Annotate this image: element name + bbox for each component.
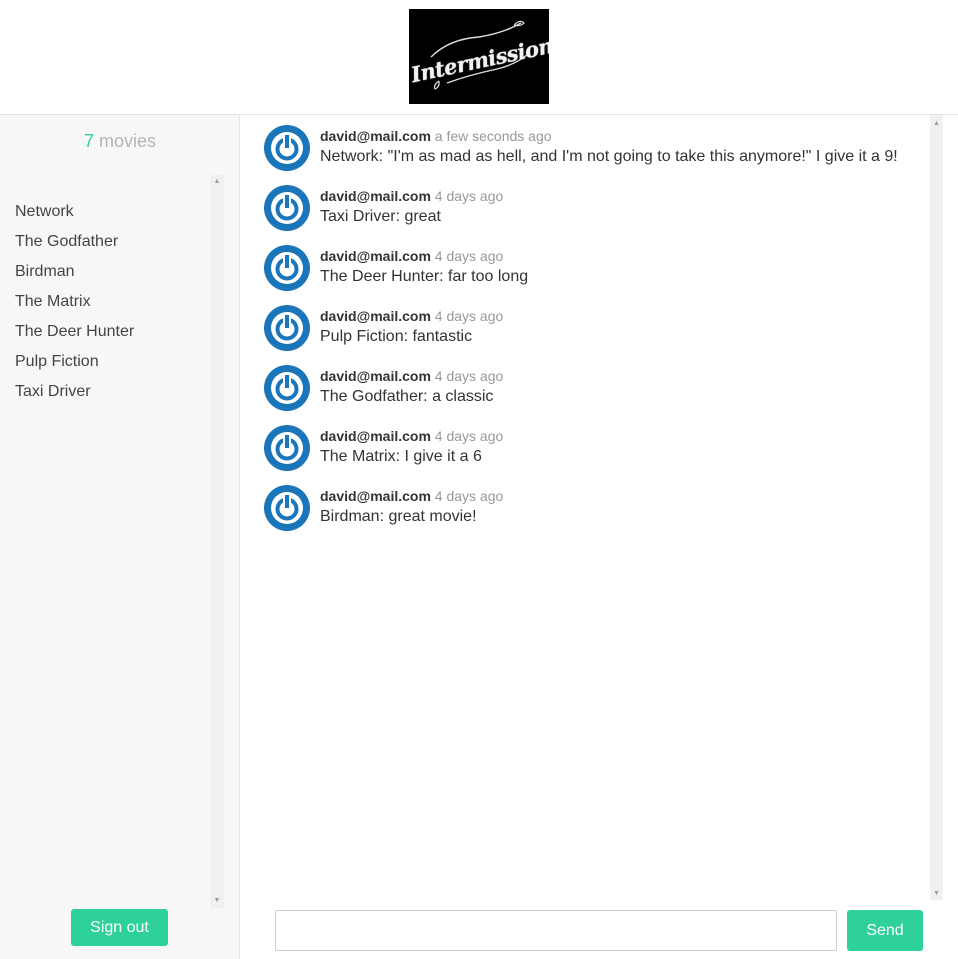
arrow-down-icon[interactable]: ▼	[930, 887, 943, 900]
message-author: david@mail.com	[320, 368, 431, 384]
power-icon	[264, 425, 310, 471]
message-input[interactable]	[275, 910, 837, 951]
chat-panel: david@mail.com a few seconds ago Network…	[240, 115, 958, 959]
movie-count-label: movies	[94, 131, 157, 151]
message-item: david@mail.com 4 days ago Pulp Fiction: …	[264, 305, 924, 365]
logo-text: Intermission	[409, 32, 549, 88]
power-icon	[264, 245, 310, 291]
message-text: The Deer Hunter: far too long	[320, 268, 529, 285]
movie-item-network[interactable]: Network	[0, 197, 210, 227]
message-text: Pulp Fiction: fantastic	[320, 328, 473, 345]
message-list: david@mail.com a few seconds ago Network…	[264, 125, 924, 545]
message-time: 4 days ago	[434, 368, 504, 384]
power-icon	[264, 125, 310, 171]
message-text: Taxi Driver: great	[320, 208, 441, 225]
sign-out-button[interactable]: Sign out	[71, 909, 168, 946]
message-item: david@mail.com 4 days ago The Godfather:…	[264, 365, 924, 425]
movie-item-taxi-driver[interactable]: Taxi Driver	[0, 377, 210, 407]
movies-sidebar: 7 movies Network The Godfather Birdman T…	[0, 115, 240, 959]
power-icon	[264, 365, 310, 411]
message-text: Network: "I'm as mad as hell, and I'm no…	[320, 148, 898, 165]
movie-count-number: 7	[83, 131, 94, 151]
message-author: david@mail.com	[320, 308, 431, 324]
movie-count: 7 movies	[0, 131, 240, 152]
message-author: david@mail.com	[320, 128, 431, 144]
power-icon	[264, 485, 310, 531]
message-item: david@mail.com a few seconds ago Network…	[264, 125, 924, 185]
power-icon	[264, 305, 310, 351]
message-item: david@mail.com 4 days ago Birdman: great…	[264, 485, 924, 545]
arrow-up-icon[interactable]: ▲	[210, 175, 224, 189]
message-text: The Godfather: a classic	[320, 388, 494, 405]
message-author: david@mail.com	[320, 488, 431, 504]
movie-list: Network The Godfather Birdman The Matrix…	[0, 197, 210, 407]
power-icon	[264, 185, 310, 231]
message-author: david@mail.com	[320, 188, 431, 204]
movie-item-the-deer-hunter[interactable]: The Deer Hunter	[0, 317, 210, 347]
message-text: Birdman: great movie!	[320, 508, 477, 525]
message-time: 4 days ago	[434, 308, 504, 324]
send-button[interactable]: Send	[847, 910, 923, 951]
movie-item-birdman[interactable]: Birdman	[0, 257, 210, 287]
sidebar-scrollbar[interactable]: ▲ ▼	[210, 175, 224, 908]
message-time: a few seconds ago	[434, 128, 552, 144]
app-header: Intermission	[0, 0, 958, 115]
message-item: david@mail.com 4 days ago The Matrix: I …	[264, 425, 924, 485]
message-text: The Matrix: I give it a 6	[320, 448, 482, 465]
movie-item-the-matrix[interactable]: The Matrix	[0, 287, 210, 317]
message-item: david@mail.com 4 days ago Taxi Driver: g…	[264, 185, 924, 245]
message-time: 4 days ago	[434, 248, 504, 264]
message-time: 4 days ago	[434, 188, 504, 204]
message-time: 4 days ago	[434, 488, 504, 504]
arrow-up-icon[interactable]: ▲	[930, 117, 943, 130]
movie-item-pulp-fiction[interactable]: Pulp Fiction	[0, 347, 210, 377]
message-time: 4 days ago	[434, 428, 504, 444]
movie-item-the-godfather[interactable]: The Godfather	[0, 227, 210, 257]
message-item: david@mail.com 4 days ago The Deer Hunte…	[264, 245, 924, 305]
arrow-down-icon[interactable]: ▼	[210, 894, 224, 908]
intermission-logo: Intermission	[409, 9, 549, 104]
message-author: david@mail.com	[320, 248, 431, 264]
message-author: david@mail.com	[320, 428, 431, 444]
messages-scrollbar[interactable]: ▲ ▼	[930, 115, 943, 900]
